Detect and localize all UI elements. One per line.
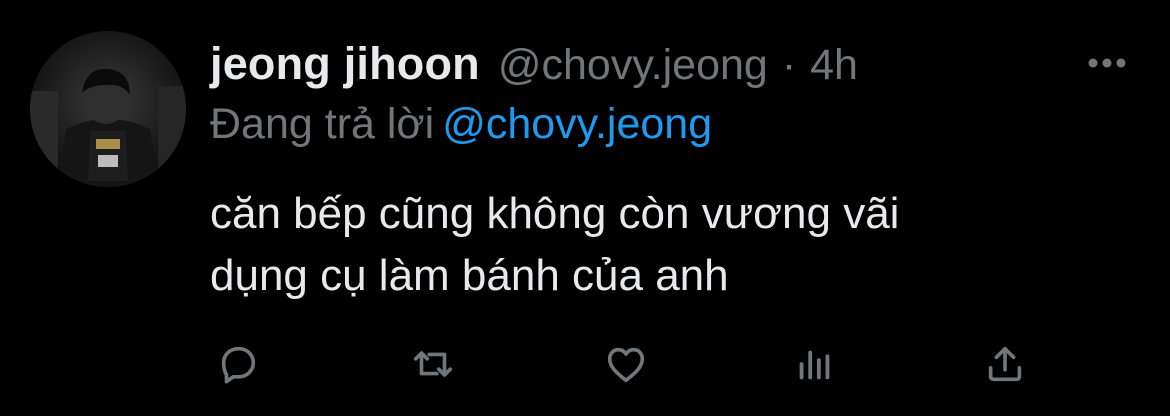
share-icon <box>988 346 1022 382</box>
like-button[interactable] <box>600 338 652 390</box>
tweet-header: jeong jihoon @chovy.jeong · 4h <box>210 38 858 90</box>
tweet-text-line: dụng cụ làm bánh của anh <box>210 251 729 300</box>
tweet[interactable]: jeong jihoon @chovy.jeong · 4h Đang trả … <box>0 0 1170 416</box>
reply-icon <box>221 346 256 384</box>
avatar[interactable] <box>30 31 186 187</box>
user-handle[interactable]: @chovy.jeong <box>498 41 768 90</box>
share-button[interactable] <box>979 338 1031 390</box>
avatar-photo <box>30 31 186 187</box>
tweet-text-line: căn bếp cũng không còn vương vãi <box>210 189 900 238</box>
replying-to-label: Đang trả lời <box>210 100 435 148</box>
heart-icon <box>607 347 645 383</box>
replying-to: Đang trả lời @chovy.jeong <box>210 100 712 149</box>
separator-dot: · <box>781 41 797 89</box>
analytics-icon <box>799 350 830 380</box>
tweet-text: căn bếp cũng không còn vương vãi dụng cụ… <box>210 183 1110 307</box>
retweet-button[interactable] <box>407 338 459 390</box>
reply-button[interactable] <box>212 338 264 390</box>
retweet-icon <box>413 351 453 377</box>
display-name[interactable]: jeong jihoon <box>210 38 480 90</box>
more-icon <box>1088 58 1126 68</box>
timestamp[interactable]: 4h <box>810 41 858 90</box>
reply-mention-link[interactable]: @chovy.jeong <box>442 100 712 148</box>
more-options-button[interactable] <box>1082 48 1132 78</box>
action-bar <box>0 338 1170 390</box>
analytics-button[interactable] <box>789 338 841 390</box>
